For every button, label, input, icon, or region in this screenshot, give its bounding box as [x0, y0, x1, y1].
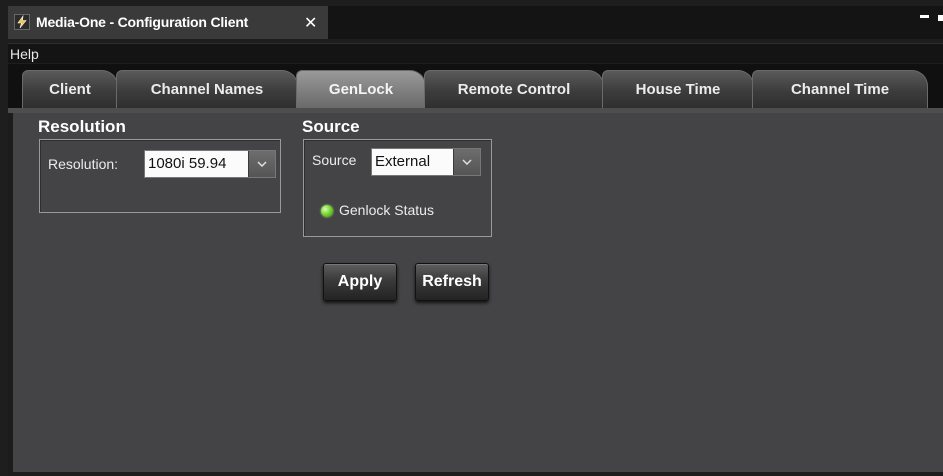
- source-label: Source: [312, 152, 357, 168]
- source-group-title: Source: [302, 117, 360, 136]
- tab-client[interactable]: Client: [22, 70, 118, 108]
- chevron-down-icon[interactable]: [248, 151, 275, 177]
- tab-channel-names[interactable]: Channel Names: [116, 70, 298, 108]
- refresh-button[interactable]: Refresh: [415, 263, 489, 301]
- window-title: Media-One - Configuration Client: [36, 14, 249, 30]
- lightning-bolt-icon: [14, 14, 30, 30]
- menu-item-help[interactable]: Help: [10, 46, 39, 62]
- maximize-icon[interactable]: [938, 15, 943, 21]
- source-select-value: External: [375, 153, 431, 170]
- window-title-tab[interactable]: Media-One - Configuration Client ✕: [8, 6, 328, 39]
- tab-remote-control[interactable]: Remote Control: [424, 70, 604, 108]
- close-icon[interactable]: ✕: [304, 13, 317, 32]
- title-bar: Media-One - Configuration Client ✕: [8, 6, 943, 39]
- minimize-icon[interactable]: [920, 15, 929, 18]
- tab-genlock[interactable]: GenLock: [296, 70, 426, 108]
- resolution-select[interactable]: 1080i 59.94: [144, 150, 276, 178]
- resolution-group-title: Resolution: [38, 117, 126, 136]
- source-groupbox: Source External Genlock Status: [303, 139, 492, 237]
- tab-house-time[interactable]: House Time: [602, 70, 754, 108]
- resolution-groupbox: Resolution: 1080i 59.94: [39, 139, 281, 213]
- menu-bar: Help: [8, 43, 943, 63]
- apply-button[interactable]: Apply: [323, 263, 397, 301]
- resolution-label: Resolution:: [48, 156, 119, 172]
- resolution-select-value: 1080i 59.94: [148, 155, 227, 172]
- genlock-status-indicator-icon: [321, 205, 333, 217]
- genlock-status-label: Genlock Status: [339, 202, 434, 218]
- source-select[interactable]: External: [371, 148, 481, 176]
- chevron-down-icon[interactable]: [453, 149, 480, 175]
- genlock-panel: Resolution Resolution: 1080i 59.94 Sourc…: [8, 113, 943, 476]
- tab-channel-time[interactable]: Channel Time: [752, 70, 928, 108]
- tab-strip: Client Channel Names GenLock Remote Cont…: [8, 64, 943, 113]
